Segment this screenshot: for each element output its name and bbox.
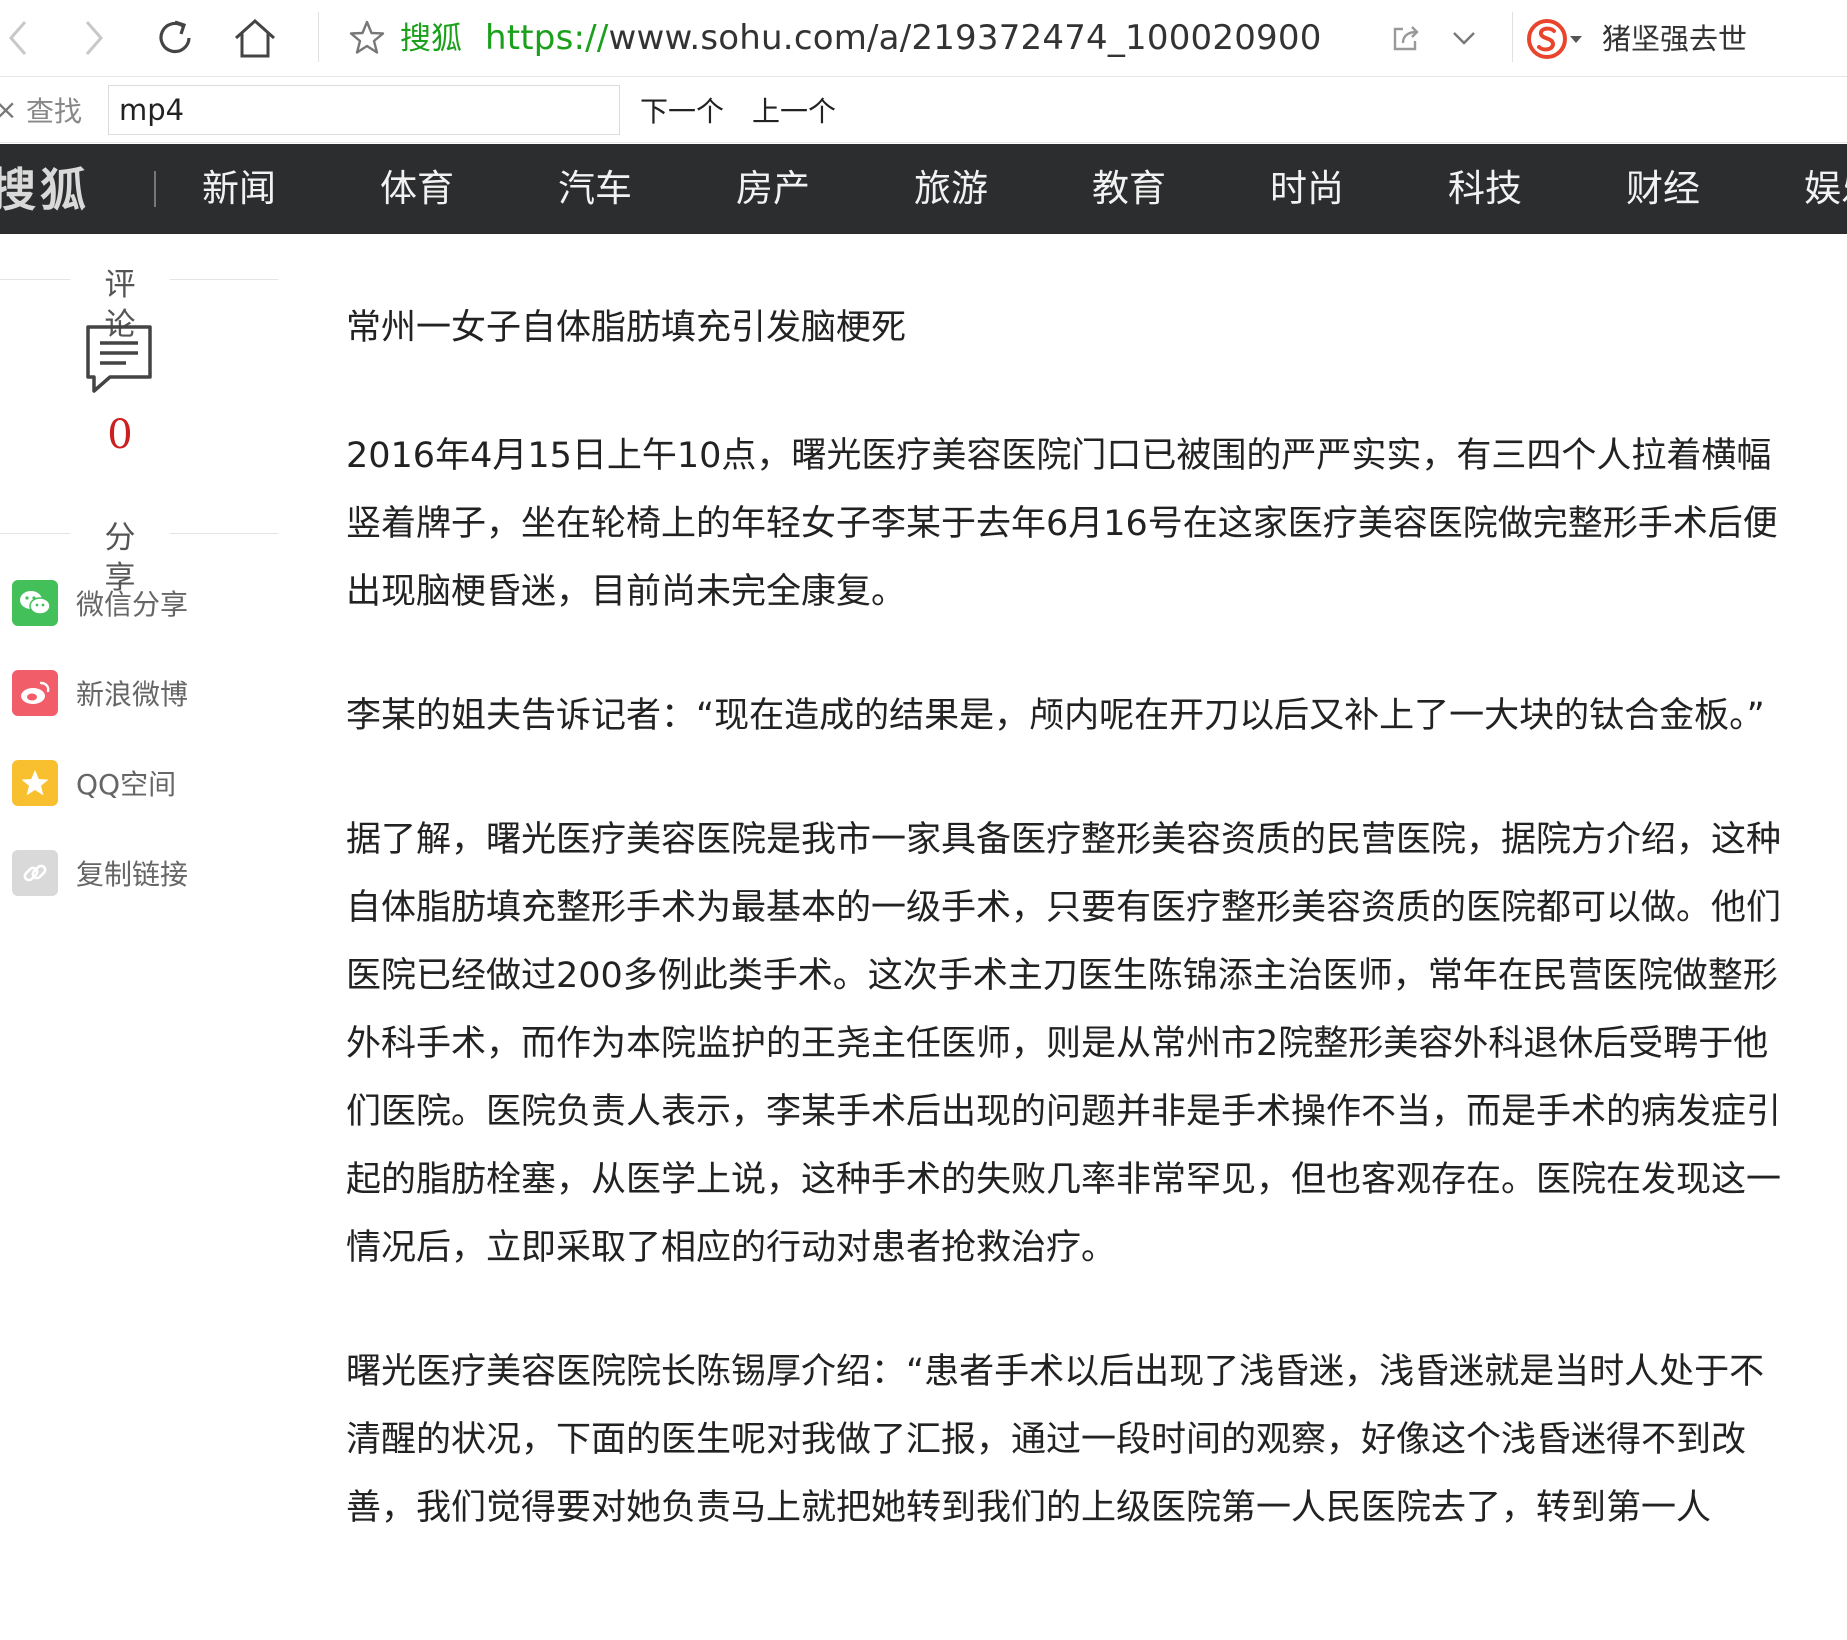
nav-item-realestate[interactable]: 房产	[736, 166, 810, 212]
chevron-right-icon	[85, 21, 103, 55]
sohu-logo[interactable]: 搜狐	[0, 164, 90, 216]
share-weibo-label: 新浪微博	[76, 678, 189, 711]
site-nav-bar: 搜狐 新闻 体育 汽车 房产 旅游 教育 时尚 科技 财经 娱乐	[0, 144, 1847, 234]
trending-search-text[interactable]: 猪坚强去世	[1602, 18, 1747, 60]
nav-item-news[interactable]: 新闻	[202, 166, 276, 212]
weibo-icon	[12, 670, 58, 716]
share-wechat-button[interactable]: 微信分享	[12, 580, 188, 626]
url-path: www.sohu.com/a/219372474_100020900	[608, 18, 1322, 58]
caret-down-icon	[1570, 36, 1582, 43]
toolbar-separator	[1512, 12, 1513, 62]
bookmark-button[interactable]	[337, 8, 397, 68]
article-paragraph: 据了解，曙光医疗美容医院是我市一家具备医疗整形美容资质的民营医院，据院方介绍，这…	[346, 820, 1782, 1268]
sogou-logo-icon	[1527, 19, 1567, 59]
link-icon	[12, 850, 58, 896]
wechat-icon	[12, 580, 58, 626]
rail-divider	[170, 279, 278, 280]
rail-divider	[170, 533, 278, 534]
article-body: 常州一女子自体脂肪填充引发脑梗死 2016年4月15日上午10点，曙光医疗美容医…	[346, 290, 1796, 1542]
article-paragraph: 李某的姐夫告诉记者：“现在造成的结果是，颅内呢在开刀以后又补上了一大块的钛合金板…	[346, 696, 1765, 736]
nav-divider	[154, 171, 156, 207]
find-bar: × 查找 下一个 上一个	[0, 77, 1847, 143]
find-next-button[interactable]: 下一个	[640, 94, 724, 130]
nav-item-education[interactable]: 教育	[1092, 166, 1166, 212]
search-engine-button[interactable]	[1526, 14, 1596, 64]
nav-item-auto[interactable]: 汽车	[558, 166, 632, 212]
copy-link-label: 复制链接	[76, 858, 189, 891]
find-previous-button[interactable]: 上一个	[752, 94, 836, 130]
qzone-icon	[12, 760, 58, 806]
nav-item-entertainment[interactable]: 娱乐	[1804, 166, 1847, 212]
address-bar[interactable]: https://www.sohu.com/a/219372474_1000209…	[485, 16, 1322, 60]
share-wechat-label: 微信分享	[76, 588, 189, 621]
reload-button[interactable]	[145, 8, 205, 68]
chevron-left-icon	[9, 21, 27, 55]
rail-divider	[0, 533, 70, 534]
address-dropdown-button[interactable]	[1434, 8, 1494, 68]
home-button[interactable]	[225, 8, 285, 68]
nav-item-travel[interactable]: 旅游	[914, 166, 988, 212]
url-scheme: https://	[485, 18, 609, 58]
close-icon[interactable]: ×	[0, 95, 17, 125]
comment-button[interactable]	[84, 323, 154, 395]
back-button[interactable]	[0, 8, 48, 68]
browser-toolbar: 搜狐 https://www.sohu.com/a/219372474_1000…	[0, 0, 1847, 77]
share-qzone-label: QQ空间	[76, 768, 177, 801]
copy-link-button[interactable]: 复制链接	[12, 850, 188, 896]
rail-divider	[0, 279, 70, 280]
nav-item-sports[interactable]: 体育	[380, 166, 454, 212]
toolbar-separator	[318, 12, 319, 62]
share-page-button[interactable]	[1376, 8, 1436, 68]
nav-item-tech[interactable]: 科技	[1448, 166, 1522, 212]
find-input[interactable]	[108, 85, 620, 135]
article-paragraph: 2016年4月15日上午10点，曙光医疗美容医院门口已被围的严严实实，有三四个人…	[346, 436, 1778, 612]
comment-icon	[86, 325, 152, 393]
forward-button[interactable]	[64, 8, 124, 68]
comment-count[interactable]: 0	[90, 412, 150, 458]
share-weibo-button[interactable]: 新浪微博	[12, 670, 188, 716]
share-icon	[1393, 26, 1419, 51]
site-name: 搜狐	[400, 21, 462, 57]
nav-item-fashion[interactable]: 时尚	[1270, 166, 1344, 212]
article-paragraph: 曙光医疗美容医院院长陈锡厚介绍：“患者手术以后出现了浅昏迷，浅昏迷就是当时人处于…	[346, 1352, 1765, 1528]
share-qzone-button[interactable]: QQ空间	[12, 760, 176, 806]
star-icon	[349, 20, 385, 54]
chevron-down-icon	[1453, 32, 1475, 45]
reload-icon	[159, 20, 191, 54]
article-title: 常州一女子自体脂肪填充引发脑梗死	[346, 308, 907, 348]
nav-item-finance[interactable]: 财经	[1626, 166, 1700, 212]
find-label: 查找	[26, 95, 83, 128]
home-icon	[234, 18, 276, 58]
